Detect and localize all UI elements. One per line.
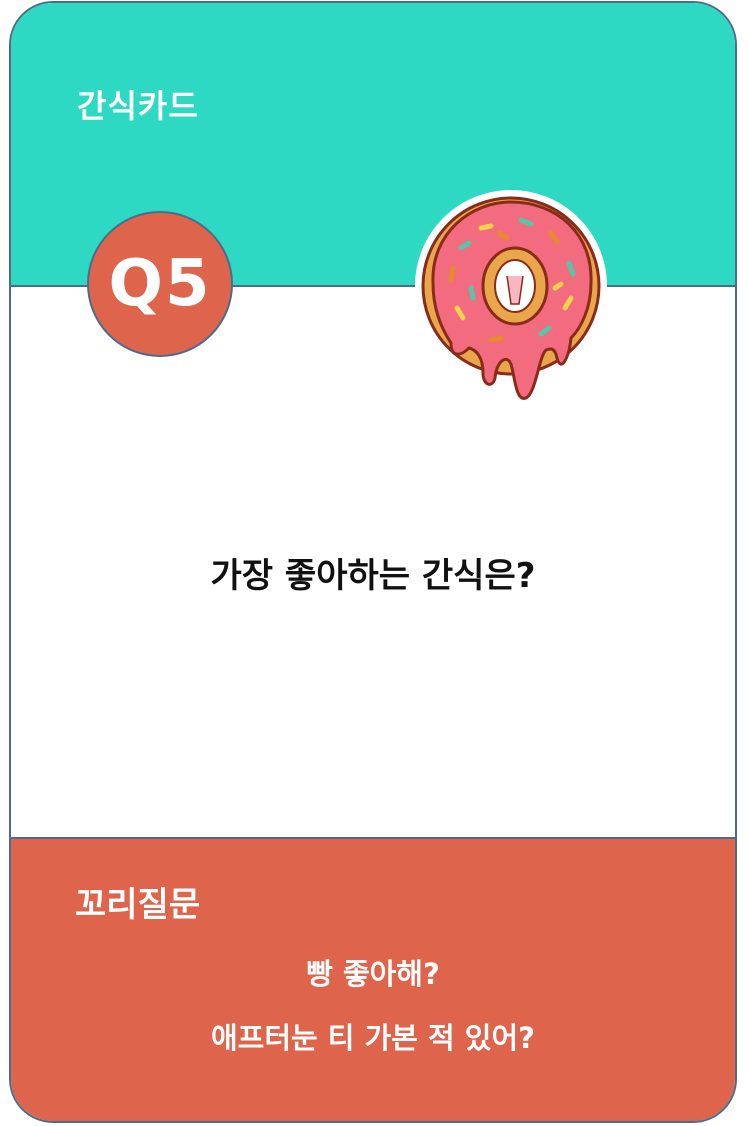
follow-up-question-2: 애프터눈 티 가본 적 있어? bbox=[210, 1021, 535, 1055]
card-category-title: 간식카드 bbox=[77, 87, 199, 125]
follow-up-question-1: 빵 좋아해? bbox=[306, 957, 440, 991]
question-number-badge: Q5 bbox=[87, 211, 233, 357]
snack-card: 간식카드 꼬리질문 빵 좋아해? 애프터눈 티 가본 적 있어? Q5 가장 좋… bbox=[9, 1, 737, 1123]
follow-up-section: 꼬리질문 빵 좋아해? 애프터눈 티 가본 적 있어? bbox=[11, 837, 735, 1121]
main-question: 가장 좋아하는 간식은? bbox=[210, 556, 536, 596]
donut-icon bbox=[415, 190, 607, 400]
follow-up-title: 꼬리질문 bbox=[75, 885, 201, 925]
